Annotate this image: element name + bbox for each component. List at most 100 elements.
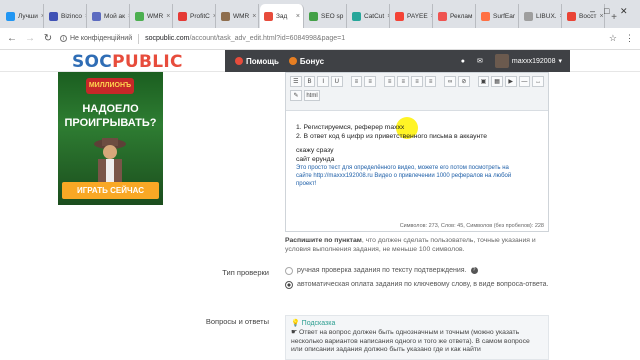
unlink-icon[interactable]: ⊘ xyxy=(458,76,470,87)
qa-hint-body: Ответ на вопрос должен быть однозначным … xyxy=(291,329,530,353)
ad-play-button[interactable]: ИГРАТЬ СЕЙЧАС xyxy=(62,182,159,199)
help-link[interactable]: Помощь xyxy=(235,57,279,66)
tab-close-icon[interactable]: × xyxy=(252,13,256,20)
browser-tab[interactable]: Реклам× xyxy=(434,4,476,28)
align-left-icon[interactable]: ≡ xyxy=(383,76,396,87)
bold-icon[interactable]: B xyxy=(303,76,316,87)
reload-icon[interactable]: ↻ xyxy=(42,33,54,44)
check-type-label: Тип проверки xyxy=(222,268,269,277)
qa-label: Вопросы и ответы xyxy=(205,317,269,326)
radio-manual-check[interactable]: ручная проверка задания по тексту подтве… xyxy=(285,266,555,276)
browser-tab[interactable]: WMR × xyxy=(217,4,259,28)
tab-favicon-icon xyxy=(438,11,447,21)
security-indicator[interactable]: i Не конфіденційний xyxy=(60,35,132,42)
browser-tab[interactable]: ProfitC× xyxy=(174,4,216,28)
maximize-icon[interactable]: □ xyxy=(604,6,609,16)
html-button[interactable]: html xyxy=(304,90,320,101)
notifications-icon[interactable]: ● xyxy=(461,58,465,65)
align-right-icon[interactable]: ≡ xyxy=(411,76,423,87)
menu-icon[interactable]: ⋮ xyxy=(625,33,634,44)
tab-close-icon[interactable]: × xyxy=(85,13,86,20)
url-path: /account/task_adv_edit.html?id=6084998&p… xyxy=(189,35,346,42)
image-icon[interactable]: ▣ xyxy=(477,76,490,87)
tab-close-icon[interactable]: × xyxy=(346,13,347,20)
link-icon[interactable]: ∞ xyxy=(444,76,457,87)
italic-icon[interactable]: I xyxy=(317,76,330,87)
ad-brand: МИЛЛИОНЪ xyxy=(86,78,134,94)
tab-close-icon[interactable]: × xyxy=(387,13,389,20)
browser-tab[interactable]: Восст × xyxy=(563,4,605,28)
forward-icon[interactable]: → xyxy=(24,33,36,44)
tab-label: SEO sp xyxy=(321,12,344,20)
tab-close-icon[interactable]: × xyxy=(518,13,519,20)
browser-tab[interactable]: WMR × xyxy=(131,4,173,28)
avatar xyxy=(494,54,509,68)
video-icon[interactable]: ▶ xyxy=(504,76,517,87)
browser-tab[interactable]: SurfEar× xyxy=(477,4,519,28)
bonus-link[interactable]: Бонус xyxy=(288,56,325,66)
ad-headline-line2: ПРОИГРЫВАТЬ? xyxy=(64,117,157,129)
radio-auto-check[interactable]: автоматическая оплата задания по ключево… xyxy=(285,280,555,290)
task-description-editor[interactable]: ☰ B I U ≡ ≡ ≡ ≡ ≡ ≡ ∞ ⊘ ▣ ▦ ▶ — ↔ ✎ html xyxy=(285,72,549,232)
align-center-icon[interactable]: ≡ xyxy=(397,76,410,87)
tab-close-icon[interactable]: × xyxy=(213,13,215,20)
numbered-list-icon[interactable]: ≡ xyxy=(364,76,376,87)
tab-label: ProfitC xyxy=(190,12,210,20)
back-icon[interactable]: ← xyxy=(6,33,18,44)
tab-close-icon[interactable]: × xyxy=(599,13,603,20)
thumb-icon: ☛ xyxy=(291,329,298,336)
tab-close-icon[interactable]: × xyxy=(296,13,300,20)
star-icon[interactable]: ☆ xyxy=(609,33,617,44)
tab-close-icon[interactable]: × xyxy=(475,13,476,20)
browser-tab[interactable]: PAYEE× xyxy=(391,4,433,28)
table-icon[interactable]: ▦ xyxy=(491,76,503,87)
tab-favicon-icon xyxy=(49,11,58,21)
browser-tab[interactable]: Мой ак× xyxy=(88,4,130,28)
tab-label: Мой ак xyxy=(104,12,125,20)
messages-icon[interactable]: ✉ xyxy=(477,57,483,65)
tab-close-icon[interactable]: × xyxy=(166,13,170,20)
tab-close-icon[interactable]: × xyxy=(41,13,43,20)
username: maxxx192008 xyxy=(511,57,556,65)
description-hint: Распишите по пунктам, что должен сделать… xyxy=(285,236,555,254)
divider xyxy=(138,33,140,44)
help-circle-icon[interactable]: ? xyxy=(470,267,478,274)
tab-close-icon[interactable]: × xyxy=(128,13,129,20)
logo-part1: SOC xyxy=(72,52,113,72)
browser-tab[interactable]: Зад × xyxy=(260,4,304,28)
browser-tab[interactable]: SEO sp× xyxy=(305,4,347,28)
tab-favicon-icon xyxy=(178,11,187,21)
editor-line: скажу сразу xyxy=(296,147,334,154)
radio-auto[interactable] xyxy=(285,281,293,289)
tab-close-icon[interactable]: × xyxy=(431,13,432,20)
source-icon[interactable]: ☰ xyxy=(290,76,302,87)
ad-headline-line1: НАДОЕЛО xyxy=(82,103,139,115)
underline-icon[interactable]: U xyxy=(331,76,343,87)
lightbulb-icon: 💡 xyxy=(291,320,300,327)
fullscreen-icon[interactable]: ↔ xyxy=(532,76,544,87)
user-menu[interactable]: maxxx192008 ▾ xyxy=(494,54,562,68)
browser-tab[interactable]: Bizinco× xyxy=(45,4,87,28)
browser-tab[interactable]: LIBUX.× xyxy=(520,4,562,28)
radio-manual[interactable] xyxy=(285,267,293,275)
align-justify-icon[interactable]: ≡ xyxy=(424,76,437,87)
editor-content[interactable]: 1. Регистируемся, реферер maxxx 2. В отв… xyxy=(286,111,548,188)
tab-close-icon[interactable]: × xyxy=(560,13,561,20)
editor-line: 1. Регистируемся, реферер maxxx xyxy=(296,124,405,131)
url-field[interactable]: socpublic.com/account/task_adv_edit.html… xyxy=(145,35,345,42)
browser-tab[interactable]: CatCut× xyxy=(348,4,390,28)
browser-tab[interactable]: Лучши× xyxy=(2,4,44,28)
minimize-icon[interactable]: – xyxy=(590,6,595,16)
bullet-list-icon[interactable]: ≡ xyxy=(350,76,363,87)
address-bar: ← → ↻ i Не конфіденційний socpublic.com/… xyxy=(0,28,640,50)
tab-label: WMR xyxy=(233,12,250,20)
site-logo[interactable]: SOCPUBLIC xyxy=(72,52,183,72)
paste-icon[interactable]: ✎ xyxy=(290,90,302,101)
hr-icon[interactable]: — xyxy=(518,76,531,87)
security-label: Не конфіденційний xyxy=(70,35,133,42)
bonus-label: Бонус xyxy=(299,56,325,66)
ad-headline: НАДОЕЛО ПРОИГРЫВАТЬ? xyxy=(62,102,159,130)
logo-part2: PUBLIC xyxy=(112,52,183,72)
ad-banner[interactable]: МИЛЛИОНЪ НАДОЕЛО ПРОИГРЫВАТЬ? ИГРАТЬ СЕЙ… xyxy=(58,72,163,205)
close-window-icon[interactable]: ✕ xyxy=(620,6,628,17)
